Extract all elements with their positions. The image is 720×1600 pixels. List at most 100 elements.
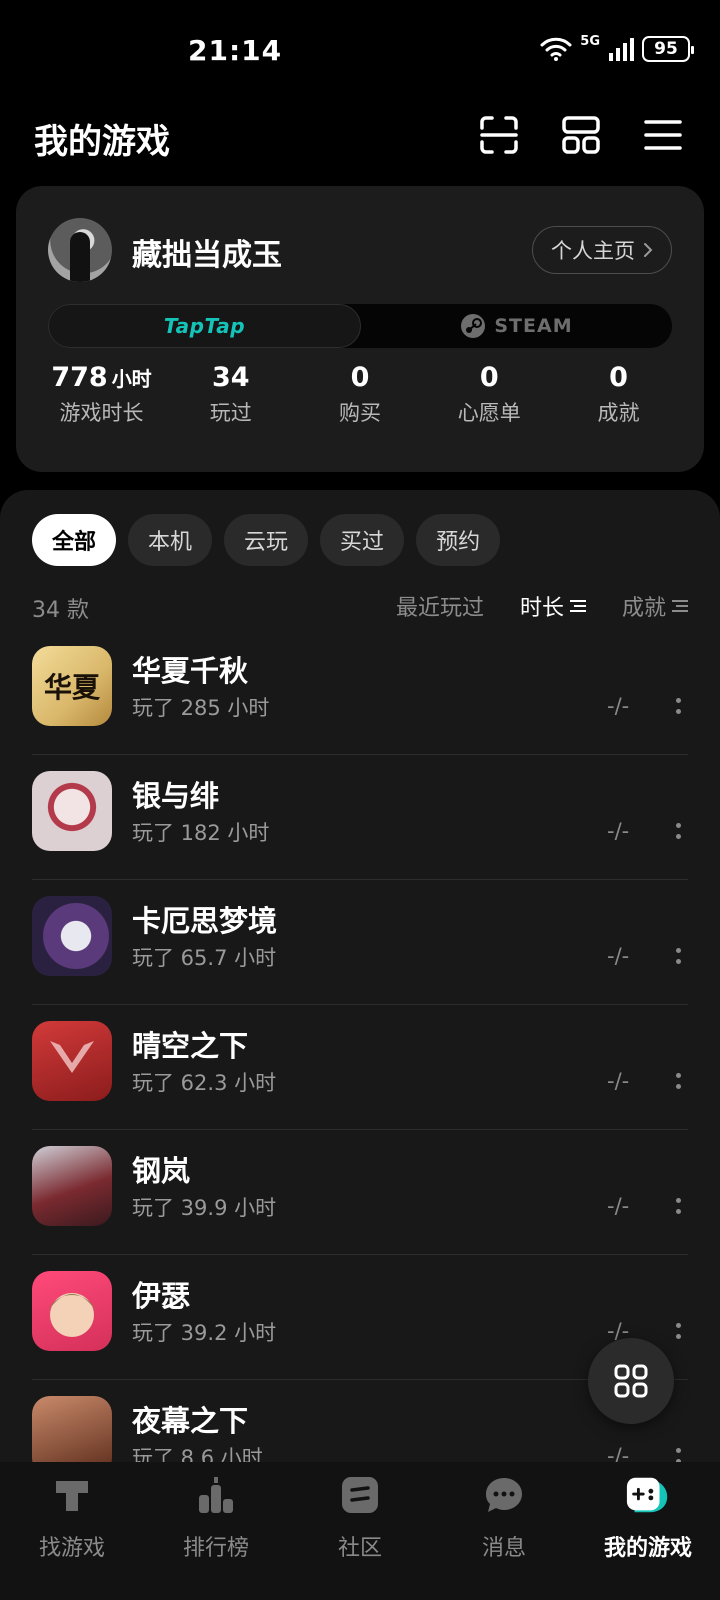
nav-my-games[interactable]: 我的游戏 — [576, 1462, 720, 1600]
filter-chip-all[interactable]: 全部 — [32, 514, 117, 566]
signal-icon — [609, 38, 634, 61]
platform-toggle: TapTap STEAM — [48, 304, 672, 348]
sort-playtime[interactable]: 时长 — [520, 590, 586, 622]
game-achievement: -/- — [607, 1194, 630, 1218]
stat-label: 心愿单 — [457, 401, 521, 425]
scan-icon — [480, 116, 518, 154]
filter-chip-bought[interactable]: 买过 — [320, 514, 405, 566]
stat-label: 成就 — [597, 401, 640, 425]
game-row[interactable]: 晴空之下 玩了 62.3 小时 -/- — [32, 1005, 688, 1130]
stat-playtime[interactable]: 778 小时 游戏时长 — [16, 362, 187, 427]
tab-steam[interactable]: STEAM — [361, 304, 672, 348]
grid-view-button[interactable] — [588, 1338, 674, 1424]
stat-label: 玩过 — [209, 401, 252, 425]
page-title: 我的游戏 — [34, 122, 170, 162]
network-label: 5G — [580, 34, 600, 49]
game-row[interactable]: 钢岚 玩了 39.9 小时 -/- — [32, 1130, 688, 1255]
header: 我的游戏 — [0, 100, 720, 180]
bottom-nav: 找游戏 排行榜 社区 消息 我的游戏 — [0, 1462, 720, 1600]
more-options-icon[interactable] — [668, 936, 688, 976]
nav-label: 我的游戏 — [603, 1536, 692, 1561]
game-playtime: 玩了 39.9 小时 — [132, 1196, 277, 1220]
nav-community[interactable]: 社区 — [288, 1462, 432, 1600]
layout-button[interactable] — [560, 114, 602, 156]
profile-home-label: 个人主页 — [551, 239, 635, 263]
stat-achievements[interactable]: 0 成就 — [533, 362, 704, 427]
game-row[interactable]: 华夏 华夏千秋 玩了 285 小时 -/- — [32, 630, 688, 755]
nav-messages[interactable]: 消息 — [432, 1462, 576, 1600]
stat-purchased[interactable]: 0 购买 — [274, 362, 445, 427]
game-row[interactable]: 卡厄思梦境 玩了 65.7 小时 -/- — [32, 880, 688, 1005]
nav-label: 社区 — [337, 1536, 382, 1561]
sort-achievement[interactable]: 成就 — [622, 590, 688, 622]
game-icon-art — [48, 1293, 96, 1337]
game-icon-art — [50, 1041, 94, 1073]
game-icon — [32, 1021, 112, 1101]
stat-value: 778 — [51, 362, 108, 393]
game-row[interactable]: 伊瑟 玩了 39.2 小时 -/- — [32, 1255, 688, 1380]
scan-button[interactable] — [478, 114, 520, 156]
community-icon — [337, 1472, 383, 1518]
games-panel: 全部 本机 云玩 买过 预约 34 款 最近玩过 时长 成就 华夏 华夏千秋 玩… — [0, 490, 720, 1490]
game-icon — [32, 1271, 112, 1351]
filter-chip-local[interactable]: 本机 — [128, 514, 213, 566]
menu-icon — [644, 120, 682, 150]
sort-label: 成就 — [621, 596, 666, 621]
game-name: 华夏千秋 — [132, 654, 249, 688]
sort-options: 最近玩过 时长 成就 — [396, 590, 688, 622]
game-playtime: 玩了 285 小时 — [132, 696, 270, 720]
stats-row: 778 小时 游戏时长 34 玩过 0 购买 0 心愿单 0 成就 — [16, 362, 704, 427]
battery-icon: 95 — [642, 36, 694, 62]
screen: 21:14 5G 95 我的游戏 藏拙当成玉 个人主页 TapTap STEAM… — [0, 0, 720, 1600]
game-achievement: -/- — [607, 819, 630, 843]
more-options-icon[interactable] — [668, 1186, 688, 1226]
game-name: 银与绯 — [132, 779, 220, 813]
more-options-icon[interactable] — [668, 1061, 688, 1101]
more-options-icon[interactable] — [668, 811, 688, 851]
filter-chip-reserved[interactable]: 预约 — [416, 514, 501, 566]
game-playtime: 玩了 62.3 小时 — [132, 1071, 277, 1095]
game-row[interactable]: 银与绯 玩了 182 小时 -/- — [32, 755, 688, 880]
menu-button[interactable] — [642, 114, 684, 156]
sort-order-icon — [569, 600, 586, 612]
stat-unit: 小时 — [111, 367, 152, 391]
layout-icon — [562, 116, 600, 154]
stat-value: 0 — [350, 362, 370, 393]
steam-icon — [461, 314, 486, 338]
sort-label: 时长 — [519, 596, 564, 621]
nav-leaderboard[interactable]: 排行榜 — [144, 1462, 288, 1600]
game-icon — [32, 896, 112, 976]
profile-card: 藏拙当成玉 个人主页 TapTap STEAM 778 小时 游戏时长 34 玩… — [16, 186, 704, 472]
battery-level: 95 — [654, 39, 678, 59]
avatar[interactable] — [48, 218, 112, 282]
game-icon-art: 华夏 — [43, 671, 100, 704]
header-actions — [478, 114, 684, 156]
game-name: 夜幕之下 — [132, 1404, 249, 1438]
steam-label: STEAM — [494, 315, 573, 337]
sort-order-icon — [672, 600, 688, 612]
stat-played[interactable]: 34 玩过 — [187, 362, 274, 427]
nav-label: 找游戏 — [38, 1536, 105, 1561]
sort-recent[interactable]: 最近玩过 — [396, 590, 484, 622]
wifi-icon — [540, 37, 572, 61]
status-icons: 5G 95 — [540, 34, 694, 62]
leaderboard-icon — [193, 1472, 239, 1518]
more-options-icon[interactable] — [668, 686, 688, 726]
game-playtime: 玩了 65.7 小时 — [132, 946, 277, 970]
more-options-icon[interactable] — [668, 1311, 688, 1351]
sort-row: 34 款 最近玩过 时长 成就 — [32, 584, 688, 624]
game-name: 钢岚 — [132, 1154, 191, 1188]
chevron-right-icon — [644, 243, 653, 257]
tab-taptap[interactable]: TapTap — [48, 304, 361, 348]
game-achievement: -/- — [607, 694, 630, 718]
game-icon — [32, 771, 112, 851]
stat-label: 游戏时长 — [59, 401, 144, 425]
stat-label: 购买 — [338, 401, 381, 425]
game-name: 伊瑟 — [132, 1279, 191, 1313]
message-icon — [481, 1472, 527, 1518]
filter-chip-cloud[interactable]: 云玩 — [224, 514, 309, 566]
status-time: 21:14 — [188, 34, 283, 67]
stat-wishlist[interactable]: 0 心愿单 — [445, 362, 532, 427]
nav-find-games[interactable]: 找游戏 — [0, 1462, 144, 1600]
profile-home-button[interactable]: 个人主页 — [532, 226, 672, 274]
